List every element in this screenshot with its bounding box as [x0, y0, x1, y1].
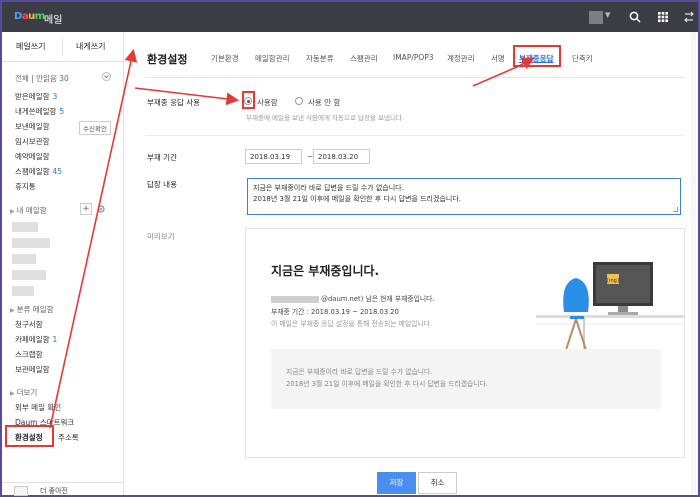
divider: [145, 77, 685, 78]
page-title: 환경설정: [147, 53, 188, 66]
svg-text:{ing}: {ing}: [606, 278, 620, 284]
highlight-box-settings: [5, 425, 54, 447]
folder-spam[interactable]: 스팸메일함 45: [15, 166, 62, 177]
blurred-folder: [12, 286, 34, 296]
reply-line-1: 지금은 부재중이라 바로 답변을 드릴 수가 없습니다.: [253, 184, 404, 192]
external-mail-link[interactable]: 외부 메일 확인: [15, 402, 61, 413]
desk-illustration: {ing}: [536, 262, 684, 352]
top-bar: Daum 메일 ▼: [2, 2, 698, 32]
tab-shortcuts[interactable]: 단축키: [572, 53, 593, 64]
folder-cafe[interactable]: 카페메일함 1: [15, 334, 57, 345]
preview-panel: 지금은 부재중입니다. @daum.net) 님은 현재 부재중입니다. 부재중…: [245, 228, 685, 458]
radio-use-label[interactable]: 사용함: [257, 97, 278, 108]
tab-account[interactable]: 계정관리: [447, 53, 475, 64]
preview-notice: 이 메일은 부재중 응답 설정을 통해 전송되는 메일입니다.: [271, 320, 433, 328]
blurred-folder: [12, 222, 38, 232]
tab-spam[interactable]: 스팸관리: [350, 53, 378, 64]
promo-icon: [14, 486, 28, 496]
all-filter[interactable]: 전체: [15, 74, 29, 83]
collapse-icon[interactable]: [102, 72, 111, 81]
highlight-box-tab: [513, 45, 561, 67]
folder-scheduled[interactable]: 예약메일함: [15, 151, 50, 162]
tab-mailbox[interactable]: 메일함관리: [255, 53, 290, 64]
folder-archive[interactable]: 보관메일함: [15, 364, 50, 375]
read-receipt-button[interactable]: 수신확인: [79, 121, 111, 135]
compose-button[interactable]: 메일쓰기: [16, 41, 45, 52]
folder-trash[interactable]: 휴지통: [15, 181, 36, 192]
folder-sent[interactable]: 보낸메일함: [15, 121, 50, 132]
unread-count: 30: [59, 74, 69, 83]
more-title[interactable]: ▶ 더보기: [10, 387, 37, 398]
folder-scrap[interactable]: 스크랩함: [15, 349, 43, 360]
quote-line-2: 2018년 3월 21일 이후에 메일을 확인한 후 다시 답변을 드리겠습니다…: [286, 380, 488, 388]
radio-not-use-label[interactable]: 사용 안 함: [308, 97, 340, 108]
scrollbar[interactable]: [691, 32, 696, 495]
blurred-folder: [12, 270, 46, 280]
divider: [145, 135, 685, 136]
gear-icon[interactable]: [96, 204, 106, 214]
tab-basic[interactable]: 기본환경: [211, 53, 239, 64]
folder-inbox[interactable]: 받은메일함 3: [15, 91, 57, 102]
add-folder-icon[interactable]: +: [80, 203, 92, 215]
write-to-self-button[interactable]: 내게쓰기: [76, 41, 105, 52]
reply-content-label: 답장 내용: [147, 180, 177, 189]
folder-filter: 전체 | 안읽음 30: [15, 74, 69, 83]
start-date-input[interactable]: 2018.03.19: [245, 149, 302, 164]
quote-line-1: 지금은 부재중이라 바로 답변을 드릴 수가 없습니다.: [286, 368, 433, 376]
tab-imap[interactable]: IMAP/POP3: [393, 53, 434, 62]
search-icon[interactable]: [628, 10, 642, 24]
daum-logo[interactable]: Daum: [14, 11, 45, 22]
unread-filter[interactable]: 안읽음: [36, 74, 57, 83]
period-label: 부재 기간: [147, 153, 177, 162]
preview-title: 지금은 부재중입니다.: [271, 264, 380, 278]
save-button[interactable]: 저장: [377, 472, 416, 494]
triangle-icon: ▶: [10, 208, 15, 215]
addressbook-link[interactable]: 주소록: [58, 432, 79, 443]
end-date-input[interactable]: 2018.03.20: [313, 149, 370, 164]
preview-sender-line: @daum.net) 님은 현재 부재중입니다.: [271, 293, 435, 303]
my-folders-title[interactable]: ▶ 내 메일함: [10, 205, 47, 216]
preview-period: 부재중 기간 : 2018.03.19 ~ 2018.03.20: [271, 308, 399, 316]
category-folders-title[interactable]: ▶ 분류 메일함: [10, 304, 54, 315]
avatar[interactable]: [589, 11, 603, 24]
app-name[interactable]: 메일: [44, 11, 62, 26]
auto-reply-help: 부재중에 메일을 보낸 사람에게 자동으로 답장을 보냅니다.: [246, 114, 404, 122]
cancel-button[interactable]: 취소: [418, 472, 457, 494]
promo-text: 더 좋아진: [40, 487, 68, 495]
preview-label: 미리보기: [147, 232, 175, 241]
compose-row: 메일쓰기 내게쓰기: [2, 32, 124, 62]
tab-autosort[interactable]: 자동분류: [306, 53, 334, 64]
reply-line-2: 2018년 3월 21일 이후에 메일을 확인한 후 다시 답변을 드리겠습니다…: [253, 195, 461, 203]
chevron-down-icon[interactable]: ▼: [605, 11, 610, 19]
settings-main: 환경설정 기본환경 메일함관리 자동분류 스팸관리 IMAP/POP3 계정관리…: [125, 32, 698, 495]
tab-signature[interactable]: 서명: [491, 53, 505, 64]
folder-bills[interactable]: 청구서함: [15, 319, 43, 330]
radio-not-use[interactable]: [295, 97, 303, 105]
divider: [62, 38, 63, 56]
blurred-folder: [12, 254, 36, 264]
swap-icon[interactable]: [682, 10, 696, 24]
highlight-box-radio: [242, 91, 255, 109]
preview-quote: 지금은 부재중이라 바로 답변을 드릴 수가 없습니다. 2018년 3월 21…: [271, 349, 661, 409]
blurred-sender: [271, 295, 319, 303]
folder-drafts[interactable]: 임시보관함: [15, 136, 50, 147]
grid-icon[interactable]: [656, 10, 670, 24]
reply-content-textarea[interactable]: 지금은 부재중이라 바로 답변을 드릴 수가 없습니다. 2018년 3월 21…: [247, 178, 681, 215]
folder-self[interactable]: 내게쓴메일함 5: [15, 106, 64, 117]
blurred-folder: [12, 238, 50, 248]
resize-handle[interactable]: [673, 207, 678, 212]
auto-reply-label: 부재중 응답 사용: [147, 98, 201, 107]
promo-banner[interactable]: 더 좋아진: [2, 482, 124, 496]
